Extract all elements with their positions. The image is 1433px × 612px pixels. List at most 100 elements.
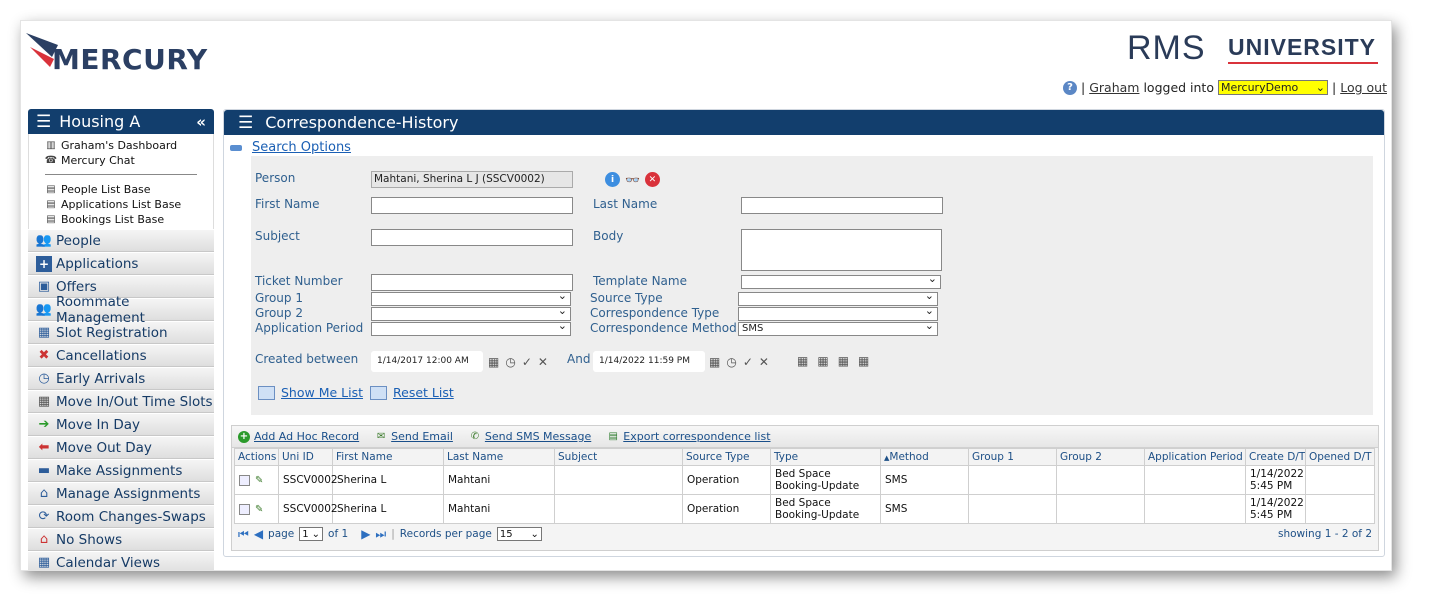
sidebar-item-roommate-management[interactable]: 👥 Roommate Management xyxy=(28,294,214,326)
column-header-application-period[interactable]: Application Period xyxy=(1144,448,1246,466)
table-header-row: Actions Uni ID First Name Last Name Subj… xyxy=(234,448,1375,466)
arrow-left-icon: ⬅ xyxy=(38,440,50,455)
clock-icon[interactable]: ◷ xyxy=(726,355,736,369)
add-ad-hoc-record-button[interactable]: + Add Ad Hoc Record xyxy=(238,430,359,443)
column-header-create-dt[interactable]: Create D/T xyxy=(1245,448,1306,466)
column-header-group2[interactable]: Group 2 xyxy=(1056,448,1145,466)
calendar-day-icon[interactable]: ▦ xyxy=(797,354,808,368)
view-icon[interactable] xyxy=(239,503,250,515)
sidebar-item-label: People xyxy=(56,232,101,249)
sidebar-link-applications-list[interactable]: ▤ Applications List Base xyxy=(45,197,213,212)
show-me-list-button[interactable]: Show Me List xyxy=(258,385,363,400)
sidebar-link-people-list[interactable]: ▤ People List Base xyxy=(45,182,213,197)
correspondence-method-select[interactable]: SMS xyxy=(738,320,938,336)
check-icon[interactable]: ✓ xyxy=(743,355,753,369)
close-icon[interactable]: ✕ xyxy=(538,355,548,369)
sidebar-link-dashboard[interactable]: ▥ Graham's Dashboard xyxy=(45,138,213,153)
calendar-icon[interactable]: ▦ xyxy=(709,355,720,369)
page-select[interactable]: 1 ⌄ xyxy=(299,527,324,541)
edit-icon[interactable]: ✎ xyxy=(255,504,266,515)
separator: | xyxy=(1332,80,1337,95)
sidebar-item-move-out-day[interactable]: ⬅ Move Out Day xyxy=(28,436,214,459)
sidebar-item-label: Move In/Out Time Slots xyxy=(56,393,213,410)
info-icon[interactable]: i xyxy=(605,172,620,187)
grid-icon xyxy=(370,385,387,400)
calendar-year-icon[interactable]: ▦ xyxy=(858,354,869,368)
sidebar-item-move-in-day[interactable]: ➔ Move In Day xyxy=(28,413,214,436)
user-link[interactable]: Graham xyxy=(1089,80,1139,95)
sidebar-item-room-changes[interactable]: ⟳ Room Changes-Swaps xyxy=(28,505,214,528)
calendar-month-icon[interactable]: ▦ xyxy=(838,354,849,368)
excel-icon: ▤ xyxy=(608,431,618,442)
sidebar-item-applications[interactable]: + Applications xyxy=(28,252,214,275)
column-header-uni-id[interactable]: Uni ID xyxy=(278,448,333,466)
group1-select[interactable] xyxy=(371,290,571,306)
body-textarea[interactable] xyxy=(741,229,942,271)
application-period-select[interactable] xyxy=(371,320,571,336)
help-icon[interactable]: ? xyxy=(1062,80,1077,95)
export-list-button[interactable]: ▤ Export correspondence list xyxy=(607,430,771,443)
sidebar-item-early-arrivals[interactable]: ◷ Early Arrivals xyxy=(28,367,214,390)
column-header-source-type[interactable]: Source Type xyxy=(682,448,771,466)
source-type-select[interactable] xyxy=(738,290,938,306)
date-to-input[interactable]: 1/14/2022 11:59 PM xyxy=(593,351,705,372)
sidebar-item-label: Cancellations xyxy=(56,347,147,364)
sidebar-item-calendar-views[interactable]: ▦ Calendar Views xyxy=(28,551,214,570)
logout-link[interactable]: Log out xyxy=(1340,80,1387,95)
ticket-number-input[interactable] xyxy=(371,274,573,291)
clear-icon[interactable]: ✕ xyxy=(644,172,660,187)
column-header-subject[interactable]: Subject xyxy=(554,448,683,466)
menu-icon[interactable]: ☰ xyxy=(36,112,51,132)
person-actions: i 👓 ✕ xyxy=(605,172,660,187)
cancel-icon: ✖ xyxy=(38,348,50,363)
last-name-input[interactable] xyxy=(741,197,943,214)
collapse-minus-icon[interactable] xyxy=(230,144,242,151)
rms-logo-text: RMS xyxy=(1127,29,1206,67)
template-name-select[interactable] xyxy=(741,273,941,289)
edit-icon[interactable]: ✎ xyxy=(255,475,266,486)
clock-icon[interactable]: ◷ xyxy=(505,355,515,369)
view-icon[interactable] xyxy=(239,474,250,486)
column-header-opened-dt[interactable]: Opened D/T xyxy=(1305,448,1375,466)
collapse-icon[interactable]: « xyxy=(196,113,206,131)
column-header-type[interactable]: Type xyxy=(770,448,881,466)
subject-input[interactable] xyxy=(371,229,573,246)
previous-page-icon[interactable]: ◀ xyxy=(254,527,263,541)
calendar-week-icon[interactable]: ▦ xyxy=(817,354,828,368)
records-per-page-select[interactable]: 15 ⌄ xyxy=(496,527,542,541)
first-name-input[interactable] xyxy=(371,197,573,214)
date-from-input[interactable]: 1/14/2017 12:00 AM xyxy=(371,351,483,372)
close-icon[interactable]: ✕ xyxy=(759,355,769,369)
reset-list-button[interactable]: Reset List xyxy=(370,385,454,400)
sidebar-item-label: Manage Assignments xyxy=(56,485,201,502)
sidebar-item-no-shows[interactable]: ⌂ No Shows xyxy=(28,528,214,551)
cell-application-period xyxy=(1144,465,1246,495)
sidebar-item-label: Move In Day xyxy=(56,416,140,433)
first-page-icon[interactable]: ⏮ xyxy=(238,527,249,542)
sidebar-link-chat[interactable]: ☎ Mercury Chat xyxy=(45,153,213,168)
environment-select[interactable]: MercuryDemo ⌄ xyxy=(1218,80,1328,95)
column-header-last-name[interactable]: Last Name xyxy=(443,448,555,466)
sidebar-item-people[interactable]: 👥 People xyxy=(28,229,214,252)
calendar-icon[interactable]: ▦ xyxy=(488,355,499,369)
sidebar-link-bookings-list[interactable]: ▤ Bookings List Base xyxy=(45,212,213,227)
send-sms-button[interactable]: ✆ Send SMS Message xyxy=(469,430,592,443)
column-header-method[interactable]: ▲Method xyxy=(880,448,969,466)
group2-select[interactable] xyxy=(371,305,571,321)
menu-icon[interactable]: ☰ xyxy=(238,113,253,133)
binoculars-icon[interactable]: 👓 xyxy=(625,173,640,187)
next-page-icon[interactable]: ▶ xyxy=(361,527,370,541)
search-options-toggle[interactable]: Search Options xyxy=(230,140,351,155)
last-page-icon[interactable]: ⏭ xyxy=(375,527,386,542)
sidebar-item-move-time-slots[interactable]: ▦ Move In/Out Time Slots xyxy=(28,390,214,413)
sidebar-item-manage-assignments[interactable]: ⌂ Manage Assignments xyxy=(28,482,214,505)
person-field[interactable]: Mahtani, Sherina L J (SSCV0002) xyxy=(371,171,573,188)
sidebar-item-make-assignments[interactable]: ▬ Make Assignments xyxy=(28,459,214,482)
send-email-button[interactable]: ✉ Send Email xyxy=(375,430,453,443)
column-header-first-name[interactable]: First Name xyxy=(332,448,444,466)
search-options-link[interactable]: Search Options xyxy=(252,140,351,155)
sidebar-item-cancellations[interactable]: ✖ Cancellations xyxy=(28,344,214,367)
check-icon[interactable]: ✓ xyxy=(522,355,532,369)
column-header-group1[interactable]: Group 1 xyxy=(968,448,1057,466)
correspondence-type-select[interactable] xyxy=(738,305,938,321)
